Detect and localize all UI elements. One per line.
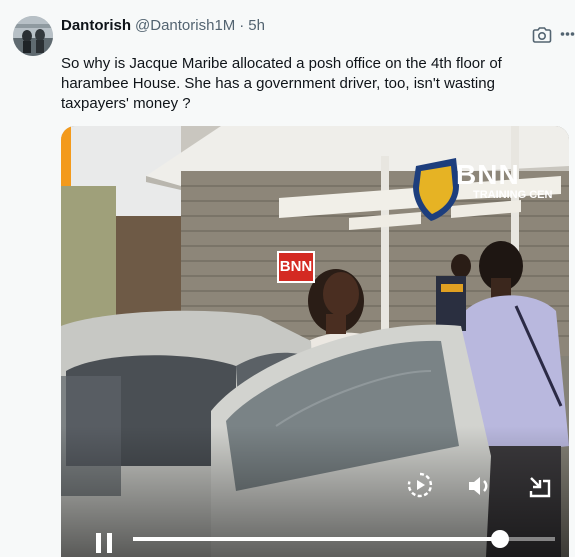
progress-fill — [133, 537, 501, 541]
tweet-text: So why is Jacque Maribe allocated a posh… — [61, 55, 502, 112]
progress-bar[interactable] — [133, 530, 555, 548]
more-icon[interactable] — [560, 24, 575, 44]
progress-thumb[interactable] — [491, 530, 510, 548]
exit-fullscreen-icon[interactable] — [527, 474, 553, 500]
tweet-card[interactable]: Dantorish @Dantorish1M · 5h So why is Jacqu… — [0, 0, 575, 557]
watermark-subtext: TRAINING CEN — [473, 189, 553, 201]
separator-dot: · — [239, 17, 245, 34]
pause-icon[interactable] — [93, 531, 115, 555]
user-handle[interactable]: @Dantorish1M — [135, 17, 235, 34]
timestamp[interactable]: 5h — [248, 17, 265, 34]
bnn-watermark: BNN — [456, 159, 520, 190]
tweet-header: Dantorish @Dantorish1M · 5h — [61, 16, 265, 36]
volume-icon[interactable] — [466, 473, 492, 499]
avatar[interactable] — [13, 16, 53, 56]
microphone-flag: BNN — [277, 251, 315, 283]
replay-icon[interactable] — [406, 471, 434, 499]
video-player[interactable]: BNN TRAINING CEN BNN — [61, 126, 569, 557]
camera-icon[interactable] — [532, 26, 552, 44]
display-name[interactable]: Dantorish — [61, 17, 131, 34]
